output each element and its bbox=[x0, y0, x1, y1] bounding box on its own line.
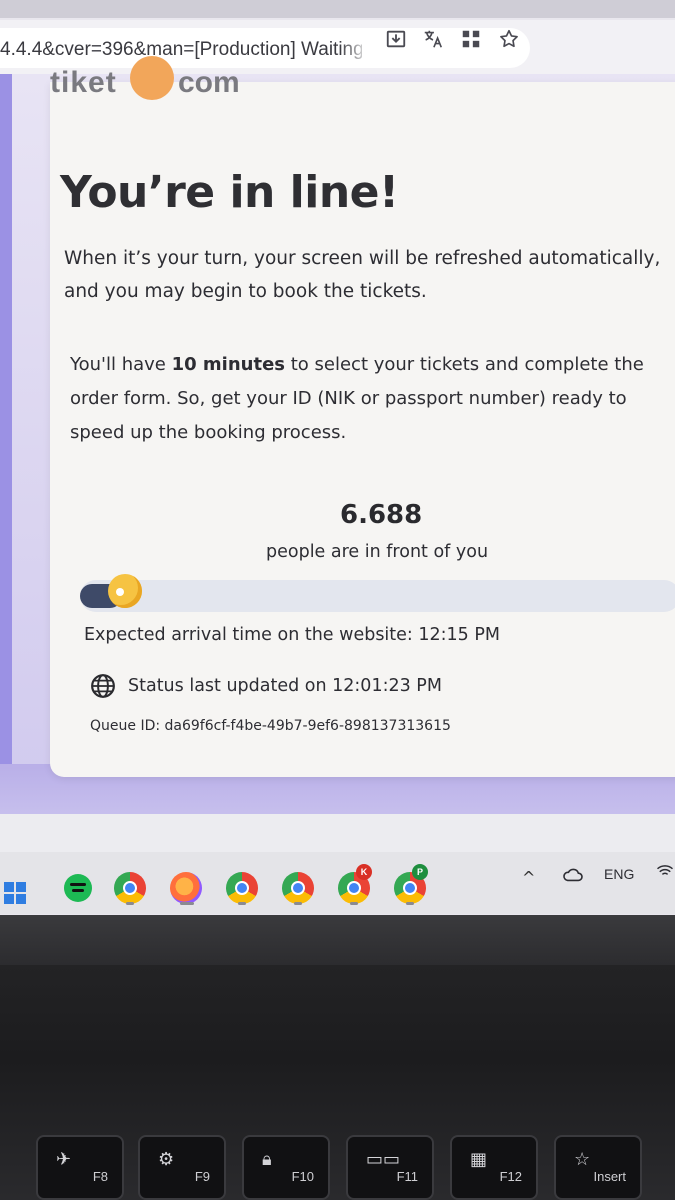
url-text[interactable]: 4.4.4&cver=396&man=[Production] Waiting … bbox=[0, 39, 362, 61]
display-mode-icon: ▭▭ bbox=[366, 1149, 401, 1170]
logo-text: tiket bbox=[50, 66, 117, 99]
profile-badge-p: P bbox=[412, 864, 428, 880]
install-app-icon[interactable] bbox=[383, 26, 409, 52]
calculator-icon: ▦ bbox=[470, 1149, 488, 1170]
people-ahead-count: 6.688 bbox=[340, 500, 423, 530]
queue-id: Queue ID: da69f6cf-f4be-49b7-9ef6-898137… bbox=[90, 718, 451, 734]
waiting-room-page: tiket com You’re in line! When it’s your… bbox=[0, 56, 675, 864]
expected-arrival-time: Expected arrival time on the website: 12… bbox=[84, 625, 501, 645]
address-bar[interactable]: 4.4.4&cver=396&man=[Production] Waiting … bbox=[0, 28, 530, 68]
wifi-icon[interactable] bbox=[656, 862, 674, 880]
extensions-icon[interactable] bbox=[458, 26, 484, 52]
spotify-icon[interactable] bbox=[64, 874, 92, 902]
globe-icon bbox=[91, 674, 115, 698]
firefox-icon[interactable] bbox=[170, 872, 202, 904]
browser-tab-strip bbox=[0, 0, 675, 18]
logo-dot bbox=[130, 56, 174, 100]
chrome-icon[interactable] bbox=[282, 872, 314, 904]
time-limit-highlight: 10 minutes bbox=[171, 354, 285, 375]
settings-gear-icon: ⚙ bbox=[158, 1149, 175, 1170]
status-row: Status last updated on 12:01:23 PM bbox=[90, 672, 442, 700]
laptop-bezel bbox=[0, 915, 675, 965]
translate-icon[interactable] bbox=[420, 26, 446, 52]
chrome-icon[interactable] bbox=[226, 872, 258, 904]
side-accent bbox=[0, 74, 12, 814]
logo-suffix: com bbox=[178, 66, 240, 99]
airplane-icon: ✈ bbox=[56, 1149, 72, 1170]
progress-marker-icon bbox=[108, 574, 142, 608]
queue-card: tiket com You’re in line! When it’s your… bbox=[50, 56, 675, 777]
key-f12[interactable]: ▦ F12 bbox=[450, 1135, 538, 1200]
status-updated-text: Status last updated on 12:01:23 PM bbox=[128, 676, 442, 696]
tray-expand-icon[interactable]: ^ bbox=[522, 868, 535, 887]
windows-start-icon[interactable] bbox=[4, 882, 26, 904]
bookmark-star-icon[interactable] bbox=[496, 26, 522, 52]
chrome-icon[interactable] bbox=[114, 872, 146, 904]
language-indicator[interactable]: ENG bbox=[604, 866, 634, 882]
key-f11[interactable]: ▭▭ F11 bbox=[346, 1135, 434, 1200]
intro-text: When it’s your turn, your screen will be… bbox=[64, 248, 661, 302]
key-f10[interactable]: 🔒︎ F10 bbox=[242, 1135, 330, 1200]
time-limit-text: You'll have 10 minutes to select your ti… bbox=[70, 354, 644, 443]
lock-icon: 🔒︎ bbox=[262, 1149, 272, 1170]
monitor-screen: 4.4.4&cver=396&man=[Production] Waiting … bbox=[0, 0, 675, 915]
key-f8[interactable]: ✈ F8 bbox=[36, 1135, 124, 1200]
page-title: You’re in line! bbox=[60, 167, 399, 218]
cloud-icon[interactable] bbox=[562, 866, 584, 884]
key-insert[interactable]: ☆ Insert bbox=[554, 1135, 642, 1200]
key-f9[interactable]: ⚙ F9 bbox=[138, 1135, 226, 1200]
star-icon: ☆ bbox=[574, 1149, 591, 1170]
people-ahead-label: people are in front of you bbox=[266, 542, 489, 562]
profile-badge-k: K bbox=[356, 864, 372, 880]
queue-progress-bar bbox=[80, 574, 675, 612]
